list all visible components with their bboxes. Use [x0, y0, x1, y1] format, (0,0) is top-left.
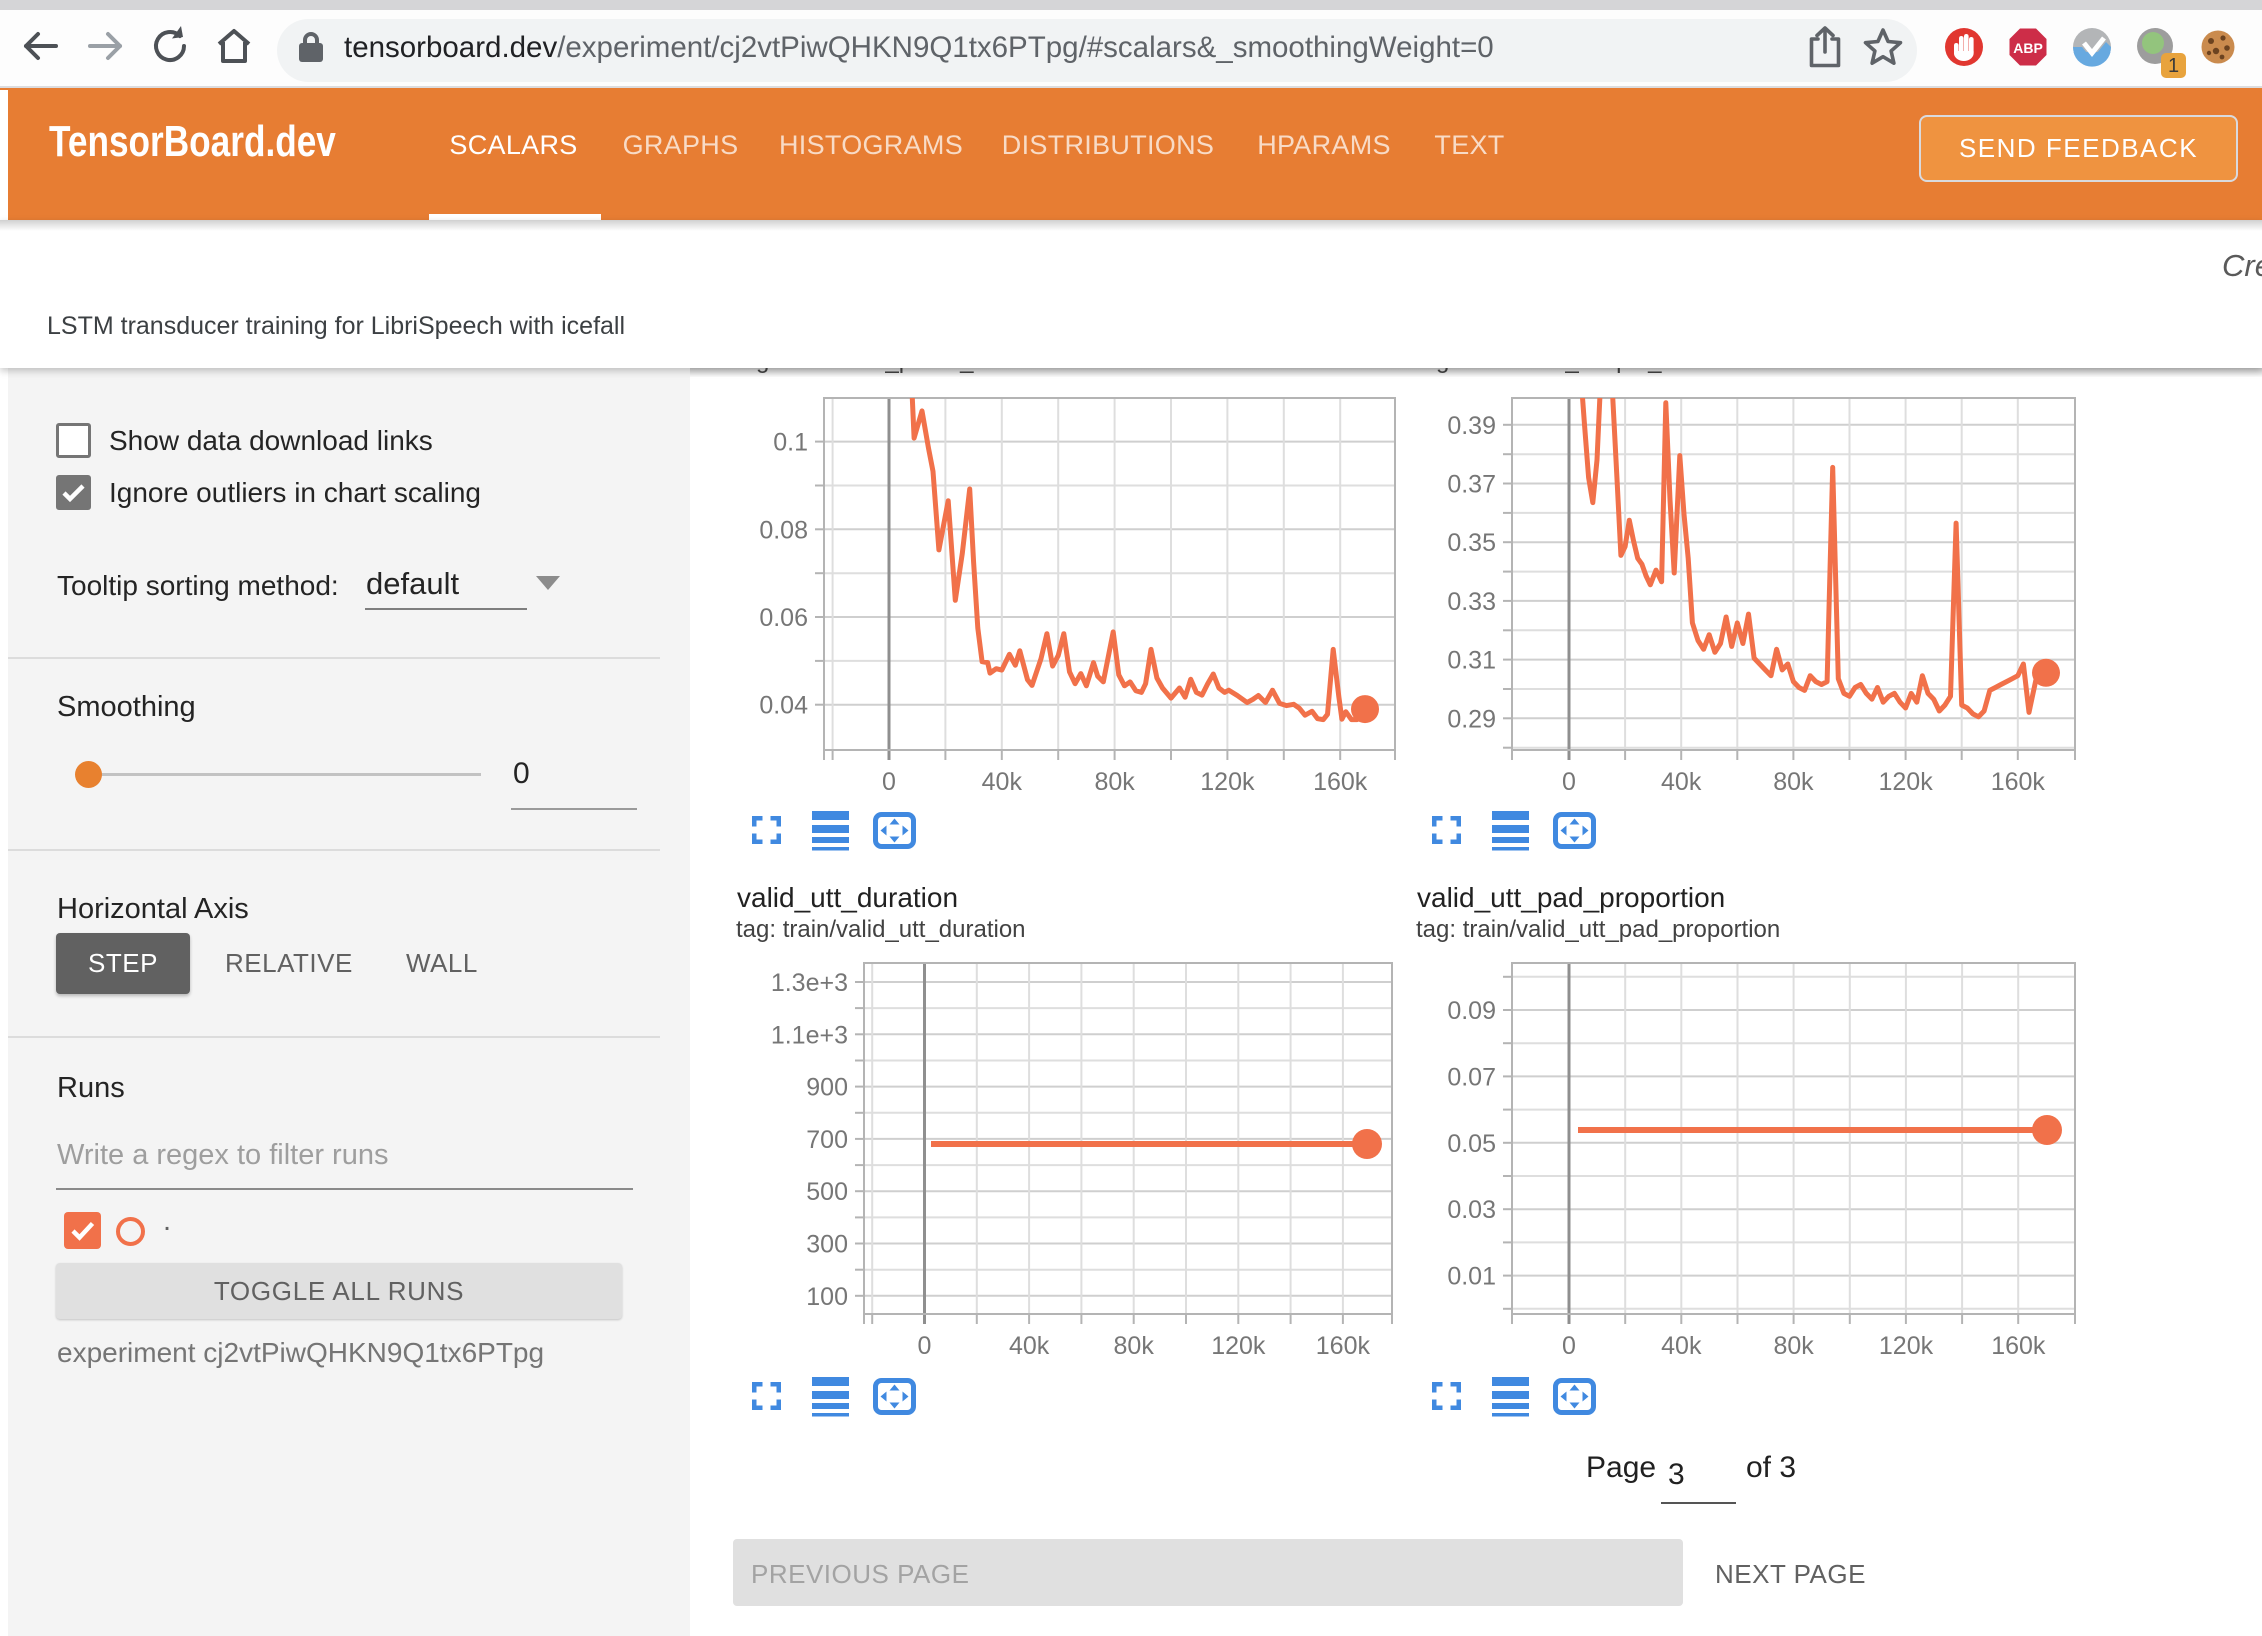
svg-text:0.37: 0.37	[1447, 471, 1496, 499]
svg-text:0.08: 0.08	[759, 516, 808, 544]
svg-text:120k: 120k	[1878, 768, 1933, 796]
svg-text:0.07: 0.07	[1447, 1063, 1496, 1091]
svg-text:0.39: 0.39	[1447, 412, 1496, 440]
svg-text:0: 0	[1562, 768, 1576, 796]
svg-text:0.29: 0.29	[1447, 705, 1496, 733]
svg-text:120k: 120k	[1200, 768, 1255, 796]
svg-text:160k: 160k	[1991, 768, 2046, 796]
svg-text:80k: 80k	[1094, 768, 1135, 796]
svg-text:500: 500	[806, 1178, 848, 1206]
svg-text:1.3e+3: 1.3e+3	[771, 969, 848, 997]
svg-text:1.1e+3: 1.1e+3	[771, 1021, 848, 1049]
svg-text:40k: 40k	[1661, 1332, 1702, 1360]
svg-text:0.09: 0.09	[1447, 997, 1496, 1025]
svg-text:300: 300	[806, 1231, 848, 1259]
svg-text:0.33: 0.33	[1447, 588, 1496, 616]
svg-text:160k: 160k	[1316, 1332, 1371, 1360]
svg-text:0.1: 0.1	[773, 429, 808, 457]
svg-text:700: 700	[806, 1126, 848, 1154]
svg-text:0: 0	[882, 768, 896, 796]
svg-text:100: 100	[806, 1283, 848, 1311]
svg-text:160k: 160k	[1313, 768, 1368, 796]
svg-text:80k: 80k	[1114, 1332, 1155, 1360]
svg-text:80k: 80k	[1773, 768, 1814, 796]
svg-text:160k: 160k	[1991, 1332, 2046, 1360]
svg-text:80k: 80k	[1773, 1332, 1814, 1360]
svg-text:40k: 40k	[982, 768, 1023, 796]
svg-text:0.01: 0.01	[1447, 1263, 1496, 1291]
svg-text:40k: 40k	[1009, 1332, 1050, 1360]
svg-text:0.31: 0.31	[1447, 647, 1496, 675]
svg-text:0.04: 0.04	[759, 692, 808, 720]
svg-text:0.05: 0.05	[1447, 1130, 1496, 1158]
svg-text:40k: 40k	[1661, 768, 1702, 796]
svg-text:900: 900	[806, 1074, 848, 1102]
svg-text:0.06: 0.06	[759, 604, 808, 632]
svg-text:120k: 120k	[1211, 1332, 1266, 1360]
svg-text:120k: 120k	[1879, 1332, 1934, 1360]
svg-text:0: 0	[1562, 1332, 1576, 1360]
svg-text:0.35: 0.35	[1447, 529, 1496, 557]
svg-text:0.03: 0.03	[1447, 1196, 1496, 1224]
svg-text:0: 0	[918, 1332, 932, 1360]
